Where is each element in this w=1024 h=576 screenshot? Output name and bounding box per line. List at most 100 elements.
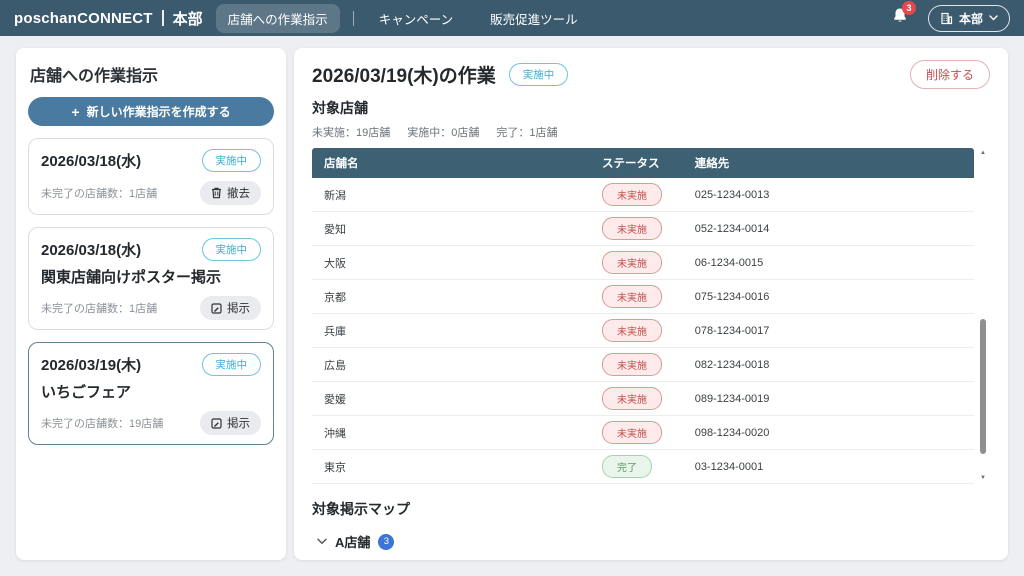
status-badge: 未実施 [602,387,662,410]
scroll-down-arrow[interactable]: ▼ [978,473,988,484]
note-icon [211,303,222,314]
table-scrollbar[interactable]: ▲ ▼ [978,148,988,484]
trash-icon [211,187,222,199]
task-card-selected[interactable]: 2026/03/19(木) 実施中 いちごフェア 未完了の店舗数：19店舗 掲示 [28,342,274,445]
status-badge: 実施中 [202,238,262,261]
building-icon [940,12,953,25]
stat-active: 実施中：0店舗 [407,124,479,140]
table-row: 大阪 未実施 06-1234-0015 [312,246,974,280]
status-badge: 未実施 [602,183,662,206]
task-date: 2026/03/18(水) [41,150,141,171]
scroll-up-arrow[interactable]: ▲ [978,148,988,159]
task-title: 関東店舗向けポスター掲示 [41,266,261,287]
table-row: 東京 完了 03-1234-0001 [312,450,974,484]
store-name: 兵庫 [312,314,590,348]
table-row: 新潟 未実施 025-1234-0013 [312,178,974,212]
account-label: 本部 [959,10,983,27]
nav-tab-store-instructions[interactable]: 店舗への作業指示 [216,4,340,33]
sidebar-title: 店舗への作業指示 [30,62,272,86]
stores-table: 店舗名 ステータス 連絡先 新潟 未実施 025-1234-0013 愛知 未実… [312,148,974,484]
notification-count-badge: 3 [902,1,916,15]
target-stores-heading: 対象店舗 [312,98,990,118]
store-contact: 03-1234-0001 [683,450,974,484]
removal-pill[interactable]: 撤去 [200,181,261,205]
posting-pill[interactable]: 掲示 [200,296,261,320]
org-label: 本部 [173,8,203,29]
map-section-heading: 対象掲示マップ [312,499,990,519]
status-badge: 未実施 [602,353,662,376]
store-name: 愛知 [312,212,590,246]
task-card[interactable]: 2026/03/18(水) 実施中 関東店舗向けポスター掲示 未完了の店舗数：1… [28,227,274,330]
status-badge: 未実施 [602,421,662,444]
status-badge: 未実施 [602,319,662,342]
table-row: 愛媛 未実施 089-1234-0019 [312,382,974,416]
nav-tab-campaign[interactable]: キャンペーン [367,4,465,33]
store-contact: 098-1234-0020 [683,416,974,450]
nav-divider [353,11,354,26]
store-name: 愛媛 [312,382,590,416]
task-list-panel: 店舗への作業指示 + 新しい作業指示を作成する 2026/03/18(水) 実施… [16,48,286,560]
stat-done: 完了：1店舗 [496,124,557,140]
stores-table-container: 店舗名 ステータス 連絡先 新潟 未実施 025-1234-0013 愛知 未実… [312,148,990,484]
store-contact: 052-1234-0014 [683,212,974,246]
notification-button[interactable]: 3 [892,7,908,29]
table-row: 京都 未実施 075-1234-0016 [312,280,974,314]
brand: poschanCONNECT 本部 [14,8,203,29]
store-contact: 075-1234-0016 [683,280,974,314]
store-contact: 082-1234-0018 [683,348,974,382]
status-badge: 未実施 [602,285,662,308]
store-name: 大阪 [312,246,590,280]
create-instruction-button[interactable]: + 新しい作業指示を作成する [28,97,274,126]
table-row: 愛知 未実施 052-1234-0014 [312,212,974,246]
map-group-label: A店舗 [335,532,370,551]
create-instruction-label: 新しい作業指示を作成する [87,103,231,120]
map-group-count-badge: 3 [378,534,394,550]
plus-icon: + [71,105,79,119]
scrollbar-thumb[interactable] [980,319,986,453]
store-contact: 06-1234-0015 [683,246,974,280]
posting-pill-label: 掲示 [227,300,250,316]
removal-pill-label: 撤去 [227,185,250,201]
map-group-a[interactable]: A店舗 3 [312,532,990,551]
column-store-name: 店舗名 [312,148,590,178]
posting-pill[interactable]: 掲示 [200,411,261,435]
nav-right: 3 本部 [892,5,1010,32]
status-badge: 未実施 [602,217,662,240]
incomplete-count: 未完了の店舗数：19店舗 [41,415,163,431]
task-title: いちごフェア [41,381,261,402]
column-status: ステータス [590,148,683,178]
status-badge: 未実施 [602,251,662,274]
store-contact: 078-1234-0017 [683,314,974,348]
store-contact: 025-1234-0013 [683,178,974,212]
brand-divider [162,10,164,26]
chevron-down-icon [989,15,998,21]
table-row: 兵庫 未実施 078-1234-0017 [312,314,974,348]
store-contact: 089-1234-0019 [683,382,974,416]
store-name: 沖縄 [312,416,590,450]
status-badge: 実施中 [202,149,262,172]
task-detail-panel: 2026/03/19(木)の作業 実施中 削除する 対象店舗 未実施：19店舗 … [294,48,1008,560]
table-row: 沖縄 未実施 098-1234-0020 [312,416,974,450]
store-name: 京都 [312,280,590,314]
store-name: 東京 [312,450,590,484]
status-badge: 完了 [602,455,652,478]
posting-pill-label: 掲示 [227,415,250,431]
store-status-summary: 未実施：19店舗 実施中：0店舗 完了：1店舗 [312,124,990,140]
task-date: 2026/03/19(木) [41,354,141,375]
table-row: 広島 未実施 082-1234-0018 [312,348,974,382]
store-name: 新潟 [312,178,590,212]
note-icon [211,418,222,429]
store-name: 広島 [312,348,590,382]
delete-button[interactable]: 削除する [910,60,990,89]
task-date: 2026/03/18(水) [41,239,141,260]
incomplete-count: 未完了の店舗数：1店舗 [41,185,157,201]
incomplete-count: 未完了の店舗数：1店舗 [41,300,157,316]
stat-pending: 未実施：19店舗 [312,124,390,140]
column-contact: 連絡先 [683,148,974,178]
top-nav: poschanCONNECT 本部 店舗への作業指示 キャンペーン 販売促進ツー… [0,0,1024,36]
nav-tab-promo-tools[interactable]: 販売促進ツール [478,4,590,33]
account-menu-button[interactable]: 本部 [928,5,1010,32]
page-title: 2026/03/19(木)の作業 [312,61,496,88]
status-badge: 実施中 [202,353,262,376]
task-card[interactable]: 2026/03/18(水) 実施中 未完了の店舗数：1店舗 撤去 [28,138,274,215]
